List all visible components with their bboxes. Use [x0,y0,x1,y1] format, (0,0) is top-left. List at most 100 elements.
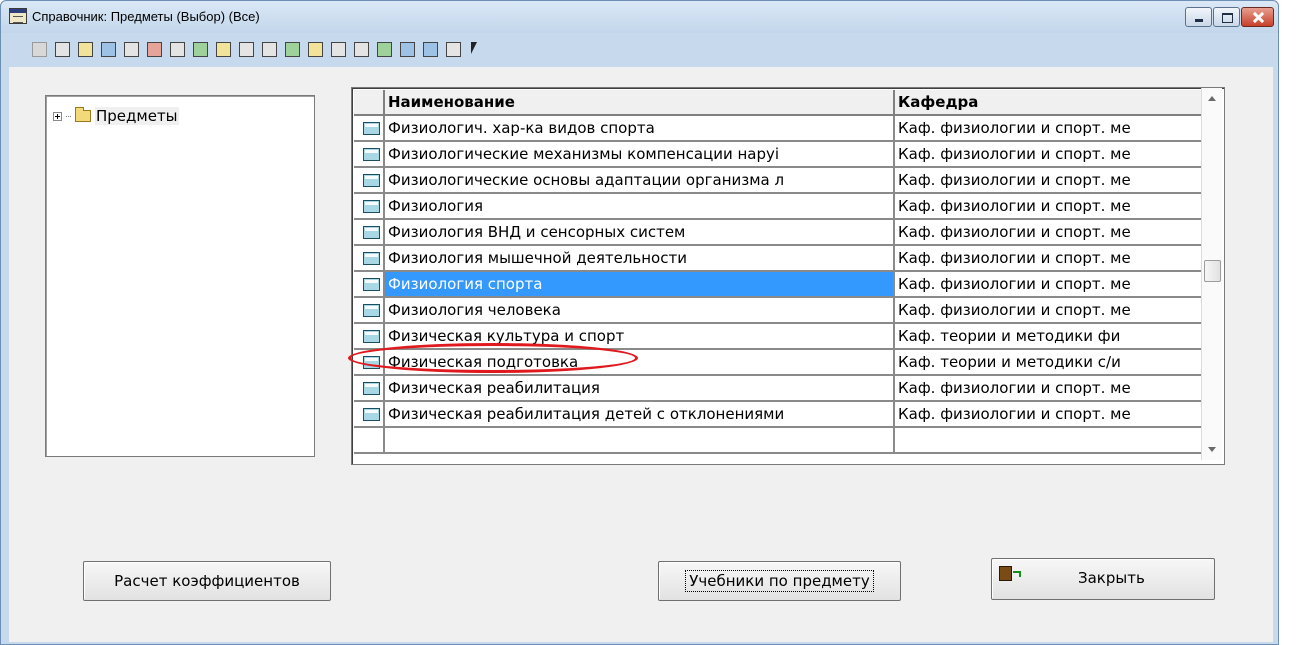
subject-name-cell[interactable]: Физиология мышечной деятельности [385,246,895,272]
subject-name-cell[interactable]: Физиологические механизмы компенсации на… [385,142,895,168]
row-indicator-cell [354,402,385,428]
folder-icon [363,122,380,135]
department-cell[interactable]: Каф. физиологии и спорт. ме [895,298,1201,324]
department-cell[interactable]: Каф. физиологии и спорт. ме [895,402,1201,428]
main-window: Справочник: Предметы (Выбор) (Все) Предм… [0,0,1279,645]
list-icon[interactable] [236,39,257,60]
subject-name-cell[interactable]: Физиология спорта [385,272,895,298]
row-indicator-cell [354,350,385,376]
department-cell[interactable]: Каф. физиологии и спорт. ме [895,116,1201,142]
table-row[interactable]: Физиология мышечной деятельности Каф. физ… [354,246,1201,272]
subject-name-cell[interactable]: Физическая реабилитация [385,376,895,402]
close-button[interactable]: Закрыть [991,558,1215,600]
tree-connector [66,115,71,117]
table-row[interactable]: Физиология ВНД и сенсорных систем Каф. фи… [354,220,1201,246]
whats-this-icon[interactable] [466,39,487,60]
insert-icon[interactable] [167,39,188,60]
table-row[interactable]: Физиологические механизмы компенсации на… [354,142,1201,168]
department-cell[interactable]: Каф. физиологии и спорт. ме [895,194,1201,220]
row-indicator-cell [354,168,385,194]
row-indicator-cell [354,246,385,272]
subject-name-cell[interactable]: Физическая культура и спорт [385,324,895,350]
exit-door-icon [999,566,1021,581]
print-icon[interactable] [374,39,395,60]
table-icon[interactable] [75,39,96,60]
help-icon[interactable] [443,39,464,60]
scroll-up-icon[interactable] [1208,96,1216,101]
screen-icon[interactable] [420,39,441,60]
folder-icon [363,408,380,421]
close-label: Закрыть [1078,569,1145,587]
department-cell[interactable] [895,428,1201,454]
move-in-icon[interactable] [190,39,211,60]
folder-icon [363,356,380,369]
copy-icon[interactable] [259,39,280,60]
folder-icon [363,382,380,395]
form-icon[interactable] [52,39,73,60]
minimize-button[interactable] [1185,7,1212,27]
title-bar[interactable]: Справочник: Предметы (Выбор) (Все) [1,1,1278,33]
header-indicator-cell [354,90,385,116]
row-indicator-cell [354,298,385,324]
column-header-name[interactable]: Наименование [385,90,895,116]
find-icon[interactable] [98,39,119,60]
folder-icon [363,148,380,161]
disabled-icon[interactable] [29,39,50,60]
document-icon[interactable] [351,39,372,60]
subject-name-cell[interactable]: Физиология ВНД и сенсорных систем [385,220,895,246]
subjects-grid[interactable]: Наименование Кафедра Физиологич. хар-ка … [351,87,1225,465]
department-cell[interactable]: Каф. физиологии и спорт. ме [895,142,1201,168]
close-window-button[interactable] [1241,7,1274,27]
department-cell[interactable]: Каф. физиологии и спорт. ме [895,168,1201,194]
table-row[interactable]: Физиология спорта Каф. физиологии и спорт… [354,272,1201,298]
tree-item-root[interactable]: Предметы [53,107,179,125]
department-cell[interactable]: Каф. физиологии и спорт. ме [895,376,1201,402]
scroll-thumb[interactable] [1204,260,1221,282]
move-out-icon[interactable] [213,39,234,60]
table-row[interactable]: Физическая подготовка Каф. теории и метод… [354,350,1201,376]
subject-name-cell[interactable]: Физиология человека [385,298,895,324]
calc-coefficients-button[interactable]: Расчет коэффициентов [83,561,331,601]
table-row[interactable]: Физиология Каф. физиологии и спорт. ме [354,194,1201,220]
expand-icon[interactable] [53,111,62,121]
filter-icon[interactable] [121,39,142,60]
table-row[interactable]: Физическая культура и спорт Каф. теории и… [354,324,1201,350]
row-indicator-cell [354,272,385,298]
table-row[interactable]: Физическая реабилитация Каф. физиологии и… [354,376,1201,402]
table-row[interactable]: Физическая реабилитация детей с отклонен… [354,402,1201,428]
record-icon[interactable] [144,39,165,60]
tree-icon[interactable] [397,39,418,60]
department-cell[interactable]: Каф. физиологии и спорт. ме [895,220,1201,246]
subject-textbooks-label: Учебники по предмету [685,570,874,592]
table-row[interactable]: Физиология человека Каф. физиологии и спо… [354,298,1201,324]
subject-name-cell[interactable]: Физиология [385,194,895,220]
row-indicator-cell [354,428,385,454]
row-indicator-cell [354,220,385,246]
table-row[interactable]: Физиологические основы адаптации организ… [354,168,1201,194]
maximize-button[interactable] [1213,7,1240,27]
subject-name-cell[interactable]: Физическая реабилитация детей с отклонен… [385,402,895,428]
subject-name-cell[interactable] [385,428,895,454]
subject-name-cell[interactable]: Физическая подготовка [385,350,895,376]
department-cell[interactable]: Каф. физиологии и спорт. ме [895,246,1201,272]
department-cell[interactable]: Каф. физиологии и спорт. ме [895,272,1201,298]
row-indicator-cell [354,142,385,168]
row-indicator-cell [354,324,385,350]
department-cell[interactable]: Каф. теории и методики фи [895,324,1201,350]
column-header-dept[interactable]: Кафедра [895,90,1201,116]
paste-icon[interactable] [328,39,349,60]
tools-icon[interactable] [305,39,326,60]
app-icon [9,8,27,24]
subject-name-cell[interactable]: Физиологические основы адаптации организ… [385,168,895,194]
table-row[interactable] [354,428,1201,454]
subject-textbooks-button[interactable]: Учебники по предмету [658,561,901,601]
tree-item-label: Предметы [95,107,179,125]
export-icon[interactable] [282,39,303,60]
table-row[interactable]: Физиологич. хар-ка видов спорта Каф. физи… [354,116,1201,142]
vertical-scrollbar[interactable] [1201,88,1222,460]
scroll-down-icon[interactable] [1208,447,1216,452]
subject-name-cell[interactable]: Физиологич. хар-ка видов спорта [385,116,895,142]
department-cell[interactable]: Каф. теории и методики с/и [895,350,1201,376]
folder-icon [363,330,380,343]
tree-panel[interactable]: Предметы [45,95,315,457]
